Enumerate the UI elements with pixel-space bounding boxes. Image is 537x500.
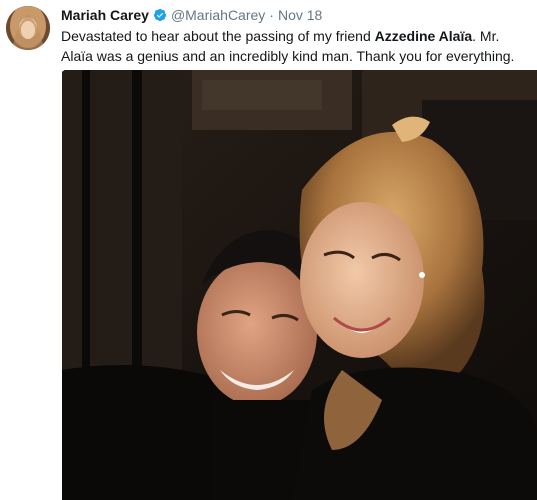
avatar[interactable] xyxy=(6,6,50,50)
header-separator: · xyxy=(269,7,274,23)
tweet-text-mention: Azzedine Alaïa xyxy=(374,28,473,44)
author-name[interactable]: Mariah Carey xyxy=(61,7,149,23)
author-handle[interactable]: @MariahCarey xyxy=(171,7,265,23)
verified-badge-icon xyxy=(153,8,167,22)
tweet-text-part1: Devastated to hear about the passing of … xyxy=(61,28,375,44)
tweet: Mariah Carey @MariahCarey · Nov 18 Devas… xyxy=(0,0,537,500)
tweet-header: Mariah Carey @MariahCarey · Nov 18 xyxy=(61,5,322,25)
tweet-photo[interactable] xyxy=(62,70,537,500)
tweet-timestamp[interactable]: Nov 18 xyxy=(278,7,322,23)
